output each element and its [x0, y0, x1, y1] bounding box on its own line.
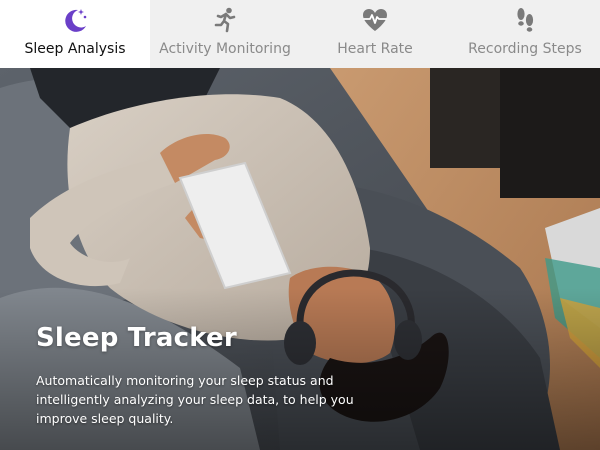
app-window: Sleep Analysis Activity Monitoring Heart… — [0, 0, 600, 450]
tab-sleep-analysis[interactable]: Sleep Analysis — [0, 0, 150, 68]
tab-recording-steps[interactable]: Recording Steps — [450, 0, 600, 68]
hero-title: Sleep Tracker — [36, 323, 237, 353]
heart-pulse-icon — [363, 9, 387, 31]
moon-stars-icon — [65, 9, 87, 32]
tab-label: Heart Rate — [337, 41, 413, 57]
tab-activity-monitoring[interactable]: Activity Monitoring — [150, 0, 300, 68]
hero-description: Automatically monitoring your sleep stat… — [36, 373, 354, 426]
tab-heart-rate[interactable]: Heart Rate — [300, 0, 450, 68]
tab-label: Sleep Analysis — [24, 41, 126, 57]
feature-tab-bar: Sleep Analysis Activity Monitoring Heart… — [0, 0, 600, 68]
running-person-icon — [214, 7, 236, 33]
hero-banner: Sleep Tracker Automatically monitoring y… — [0, 68, 600, 450]
tab-label: Recording Steps — [468, 41, 582, 57]
footprints-icon — [517, 8, 534, 32]
tab-label: Activity Monitoring — [159, 41, 291, 57]
